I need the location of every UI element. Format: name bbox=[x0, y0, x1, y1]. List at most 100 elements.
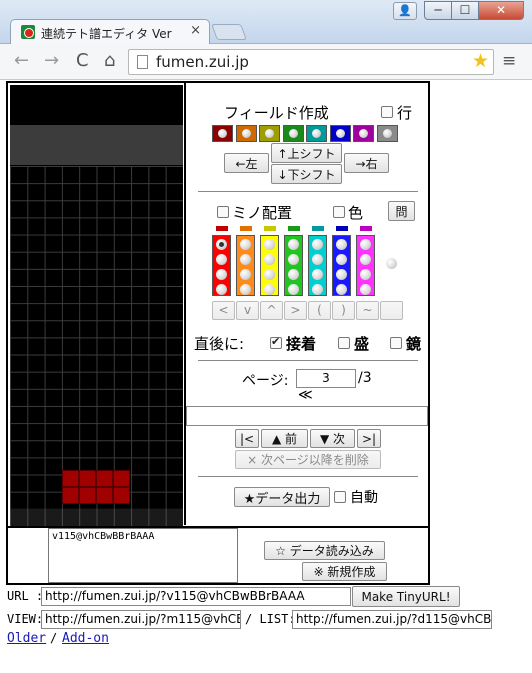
rotate-button[interactable]: ) bbox=[332, 301, 355, 320]
field-color-swatch[interactable] bbox=[259, 125, 280, 142]
mino-rotation-radio[interactable] bbox=[312, 269, 323, 280]
field-color-swatch[interactable] bbox=[235, 125, 257, 142]
mino-rotation-radio[interactable] bbox=[360, 269, 371, 280]
browser-tab[interactable]: 連続テト譜エディタ Ver × bbox=[10, 19, 210, 45]
mino-rotation-radio[interactable] bbox=[312, 254, 323, 265]
mino-rotation-radio[interactable] bbox=[240, 239, 251, 250]
rotate-button[interactable]: ( bbox=[308, 301, 331, 320]
mino-rotation-radio[interactable] bbox=[336, 269, 347, 280]
mino-rotation-radio[interactable] bbox=[264, 254, 275, 265]
rotate-button[interactable]: v bbox=[236, 301, 259, 320]
data-textarea[interactable]: v115@vhCBwBBrBAAA bbox=[48, 528, 238, 583]
mino-rotation-radio[interactable] bbox=[336, 254, 347, 265]
mino-piece-selector[interactable] bbox=[332, 235, 351, 296]
auto-checkbox[interactable] bbox=[334, 491, 346, 503]
load-data-button[interactable]: ☆ データ読み込み bbox=[264, 541, 385, 560]
mino-piece-selector[interactable] bbox=[356, 235, 375, 296]
make-tinyurl-button[interactable]: Make TinyURL! bbox=[352, 586, 460, 607]
shift-left-button[interactable]: ←左 bbox=[224, 153, 269, 173]
blank-button[interactable] bbox=[380, 301, 403, 320]
comment-input[interactable] bbox=[186, 406, 428, 426]
rotate-button[interactable]: ~ bbox=[356, 301, 379, 320]
mino-piece-selector[interactable] bbox=[212, 235, 231, 296]
lock-checkbox[interactable] bbox=[270, 335, 282, 349]
field-color-swatch[interactable] bbox=[329, 125, 351, 142]
mino-rotation-radio[interactable] bbox=[216, 284, 227, 295]
mino-rotation-radio[interactable] bbox=[312, 284, 323, 295]
rise-checkbox[interactable] bbox=[338, 337, 350, 349]
mino-piece-selector[interactable] bbox=[308, 235, 327, 296]
mirror-checkbox[interactable] bbox=[390, 337, 402, 349]
mino-rotation-radio[interactable] bbox=[288, 269, 299, 280]
mino-rotation-radio[interactable] bbox=[288, 284, 299, 295]
mino-rotation-radio[interactable] bbox=[264, 239, 275, 250]
mino-rotation-radio[interactable] bbox=[312, 239, 323, 250]
mino-rotation-radio[interactable] bbox=[360, 284, 371, 295]
back-arrow-icon[interactable]: ← bbox=[14, 51, 29, 71]
mino-rotation-radio[interactable] bbox=[264, 269, 275, 280]
new-create-button[interactable]: ※ 新規作成 bbox=[302, 562, 387, 581]
mino-rotation-radio[interactable] bbox=[360, 254, 371, 265]
mino-rotation-radio[interactable] bbox=[240, 269, 251, 280]
color-checkbox[interactable] bbox=[333, 206, 345, 218]
mino-piece-selector[interactable] bbox=[236, 235, 255, 296]
mino-rotation-radio[interactable] bbox=[288, 239, 299, 250]
shift-right-button[interactable]: →右 bbox=[344, 153, 389, 173]
menu-icon[interactable]: ≡ bbox=[502, 52, 516, 70]
view-url-input[interactable]: http://fumen.zui.jp/?m115@vhCBw bbox=[41, 610, 241, 629]
last-page-button[interactable]: >| bbox=[357, 429, 381, 448]
mino-rotation-radio[interactable] bbox=[216, 269, 227, 280]
user-profile-icon[interactable]: 👤 bbox=[393, 2, 417, 20]
question-button[interactable]: 問 bbox=[388, 201, 415, 221]
reload-icon[interactable]: C bbox=[76, 51, 89, 71]
mino-rotation-radio[interactable] bbox=[336, 284, 347, 295]
page-label: ページ: bbox=[242, 373, 289, 389]
mino-piece-selector[interactable] bbox=[284, 235, 303, 296]
mino-rotation-radio[interactable] bbox=[336, 239, 347, 250]
next-page-button[interactable]: ▼ 次 bbox=[310, 429, 355, 448]
rotate-button[interactable]: < bbox=[212, 301, 235, 320]
mino-rotation-radio[interactable] bbox=[240, 254, 251, 265]
field-color-swatch[interactable] bbox=[353, 125, 374, 142]
list-url-input[interactable]: http://fumen.zui.jp/?d115@vhCBw bbox=[292, 610, 492, 629]
field-color-swatch[interactable] bbox=[212, 125, 233, 142]
rotate-button[interactable]: > bbox=[284, 301, 307, 320]
extra-radio-dot[interactable] bbox=[386, 258, 397, 269]
mino-place-checkbox[interactable] bbox=[217, 206, 229, 218]
delete-after-button[interactable]: × 次ページ以降を削除 bbox=[235, 450, 381, 469]
divider bbox=[198, 476, 418, 477]
page-number-input[interactable]: 3 bbox=[296, 369, 356, 388]
mino-rotation-radio[interactable] bbox=[288, 254, 299, 265]
field-color-swatch[interactable] bbox=[376, 125, 398, 142]
tab-close-icon[interactable]: × bbox=[190, 23, 201, 38]
mino-piece-selector[interactable] bbox=[260, 235, 279, 296]
prev-page-button[interactable]: ▲ 前 bbox=[261, 429, 308, 448]
row-checkbox[interactable] bbox=[381, 106, 393, 118]
bookmark-star-icon[interactable]: ★ bbox=[472, 50, 489, 72]
maximize-button[interactable]: ☐ bbox=[451, 1, 479, 20]
mino-rotation-radio[interactable] bbox=[360, 239, 371, 250]
address-bar[interactable]: fumen.zui.jp ★ bbox=[128, 49, 494, 75]
forward-arrow-icon[interactable]: → bbox=[44, 51, 59, 71]
new-tab-button[interactable] bbox=[211, 24, 247, 40]
data-output-button[interactable]: ★データ出力 bbox=[234, 487, 330, 507]
control-panel: フィールド作成 行 ←左 ↑上シフト ↓下シフト →右 ミノ配置 色 問 < v ^… bbox=[184, 83, 428, 525]
close-window-button[interactable]: ✕ bbox=[478, 1, 524, 20]
shift-down-button[interactable]: ↓下シフト bbox=[271, 164, 342, 184]
addon-link[interactable]: Add-on bbox=[62, 631, 109, 646]
url-input[interactable]: http://fumen.zui.jp/?v115@vhCBwBBrBAAA bbox=[41, 587, 351, 606]
field-color-swatch[interactable] bbox=[306, 125, 327, 142]
mino-rotation-radio[interactable] bbox=[216, 254, 227, 265]
shift-up-button[interactable]: ↑上シフト bbox=[271, 143, 342, 163]
minimize-button[interactable]: ─ bbox=[424, 1, 452, 20]
mino-rotation-radio[interactable] bbox=[264, 284, 275, 295]
mino-rotation-radio[interactable] bbox=[216, 239, 227, 250]
older-link[interactable]: Older bbox=[7, 631, 46, 646]
mino-rotation-radio[interactable] bbox=[240, 284, 251, 295]
home-icon[interactable]: ⌂ bbox=[104, 51, 115, 71]
tetris-board[interactable] bbox=[10, 85, 183, 527]
field-color-swatch[interactable] bbox=[282, 125, 304, 142]
first-page-button[interactable]: |< bbox=[235, 429, 259, 448]
rotate-button[interactable]: ^ bbox=[260, 301, 283, 320]
board-grid[interactable] bbox=[10, 166, 183, 509]
